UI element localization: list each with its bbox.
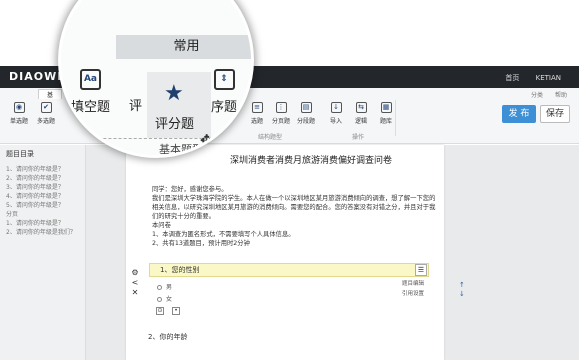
outline-item[interactable]: 2、请问你的年级是我们？ (6, 228, 76, 237)
section-button[interactable]: ▤ 分段题 (293, 102, 319, 128)
button-label: 序题 (211, 100, 238, 115)
radio-icon: ◉ (13, 102, 25, 113)
page-break-button[interactable]: ⋮ 分页题 (268, 102, 294, 128)
app-frame: DIAOWEN 首页 KETIAN 基 分类 帮助 ◉ 单选题 ✔ 多选题 ≡ … (0, 0, 579, 360)
outline-item[interactable]: 3、请问你的年级是？ (6, 183, 76, 192)
outline-panel: 题目目录 1、请问你的年级是？ 2、请问你的年级是？ 3、请问你的年级是？ 4、… (0, 145, 86, 360)
section-icon: ▤ (300, 102, 312, 113)
question-2-title[interactable]: 2、你的年龄 (148, 332, 187, 342)
option-female[interactable]: 女 (157, 294, 172, 303)
question-text: 您的性别 (171, 266, 200, 274)
button-label: 题库 (379, 118, 392, 125)
magnified-sort-button[interactable]: ⇕ 序题 (211, 69, 237, 115)
outline-item-page-break[interactable]: 分页 (6, 210, 76, 219)
help-link[interactable]: 帮助 (555, 92, 567, 99)
button-label: 逻辑 (354, 118, 367, 125)
outline-title: 题目目录 (6, 150, 34, 158)
outline-item[interactable]: 5、请问你的年级是？ (6, 201, 76, 210)
sort-arrows[interactable]: ↑ ↓ (459, 281, 465, 299)
sort-icon: ⇕ (213, 69, 235, 90)
button-label: 选题 (250, 118, 263, 125)
move-icon[interactable]: ✕ (130, 288, 140, 298)
question-1-title[interactable]: 1、您的性别 (149, 263, 429, 277)
edit-question-item[interactable]: 题目编辑 (402, 279, 424, 289)
ribbon-divider (395, 100, 396, 136)
tab-basic[interactable]: 基 (38, 89, 63, 99)
collapse-icon[interactable]: < (130, 278, 140, 288)
page-icon: ⋮ (275, 102, 287, 113)
outline-item[interactable]: 1、请问你的年级是？ (6, 165, 76, 174)
button-label: 导入 (329, 118, 342, 125)
intro-line: 2、共有13道题目，预计用时2分钟 (152, 240, 250, 247)
option-tools: ⊙ • (156, 307, 188, 315)
checkbox-icon: ✔ (40, 102, 52, 113)
multi-choice-button[interactable]: ✔ 多选题 (33, 102, 59, 128)
group-label-structure: 结构题型 (258, 134, 283, 141)
button-label: 分段题 (296, 118, 315, 125)
nav-home-link[interactable]: 首页 (505, 74, 519, 82)
outline-item[interactable]: 1、请问你的年级是？ (6, 219, 76, 228)
survey-paper (126, 145, 444, 360)
button-label: 多选题 (36, 118, 55, 125)
button-label: 单选题 (9, 118, 28, 125)
move-up-icon[interactable]: ↑ (459, 281, 465, 290)
radio-icon (157, 285, 162, 290)
button-label: 分页题 (271, 118, 290, 125)
button-label: 填空题 (71, 100, 111, 115)
batch-add-icon[interactable]: • (172, 307, 180, 315)
drag-guide-line (73, 138, 243, 139)
magnified-partial-button[interactable]: 评 (129, 95, 142, 114)
save-button[interactable]: 保存 (540, 105, 570, 123)
top-nav: 首页 KETIAN (491, 73, 561, 83)
star-icon: ★ (164, 81, 184, 106)
nav-user-link[interactable]: KETIAN (536, 74, 561, 82)
question-number: 1、 (160, 266, 172, 274)
intro-line: 我们是深圳大学珠海学院的学生。本人在做一个以深圳地区某月旅游消费倾向的调查，想了… (152, 195, 436, 220)
intro-line: 1、本调查为匿名形式，不需要填写个人具体信息。 (152, 231, 295, 238)
option-label: 男 (166, 284, 173, 291)
add-option-icon[interactable]: ⊙ (156, 307, 164, 315)
option-male[interactable]: 男 (157, 282, 172, 291)
intro-line: 本问卷 (152, 222, 171, 229)
question-popup-menu: 题目编辑 引用设置 (400, 279, 427, 299)
outline-list: 1、请问你的年级是？ 2、请问你的年级是？ 3、请问你的年级是？ 4、请问你的年… (6, 165, 76, 237)
ribbon-right-links: 分类 帮助 (521, 90, 567, 99)
survey-title[interactable]: 深圳消费者消费月旅游消费偏好调查问卷 (230, 153, 392, 166)
logic-button[interactable]: ⇆ 逻辑 (348, 102, 374, 128)
radio-icon (157, 297, 162, 302)
text-aa-icon: Aa (80, 69, 101, 90)
gear-icon[interactable]: ⚙ (130, 268, 140, 278)
move-cursor-icon: ✥ (200, 131, 214, 150)
group-label-operations: 操作 (352, 134, 365, 141)
intro-line: 同学：您好，感谢您参与。 (152, 186, 228, 193)
magnified-rating-label: 评分题 (155, 117, 195, 132)
import-button[interactable]: ↓ 导入 (323, 102, 349, 128)
survey-intro[interactable]: 同学：您好，感谢您参与。 我们是深圳大学珠海学院的学生。本人在做一个以深圳地区某… (152, 185, 437, 248)
single-choice-button[interactable]: ◉ 单选题 (6, 102, 32, 128)
choice-button[interactable]: ≡ 选题 (244, 102, 270, 128)
magnified-tab-common[interactable]: 常用 (116, 35, 251, 59)
option-label: 女 (166, 296, 173, 303)
question-menu-icon[interactable]: ☰ (415, 264, 427, 276)
magnified-fill-blank-button[interactable]: Aa 填空题 (71, 69, 110, 115)
outline-item[interactable]: 4、请问你的年级是？ (6, 192, 76, 201)
logic-icon: ⇆ (355, 102, 367, 113)
magnified-group-label: 基本题型 (159, 143, 203, 156)
outline-item[interactable]: 2、请问你的年级是？ (6, 174, 76, 183)
move-down-icon[interactable]: ↓ (459, 290, 465, 299)
reference-setting-item[interactable]: 引用设置 (402, 289, 424, 299)
publish-button[interactable]: 发 布 (502, 105, 536, 123)
choice-icon: ≡ (251, 102, 263, 113)
button-label: 评 (129, 99, 143, 114)
import-icon: ↓ (330, 102, 342, 113)
bank-icon: ▦ (380, 102, 392, 113)
question-side-tools: ⚙ < ✕ (130, 268, 140, 298)
category-link[interactable]: 分类 (531, 92, 543, 99)
